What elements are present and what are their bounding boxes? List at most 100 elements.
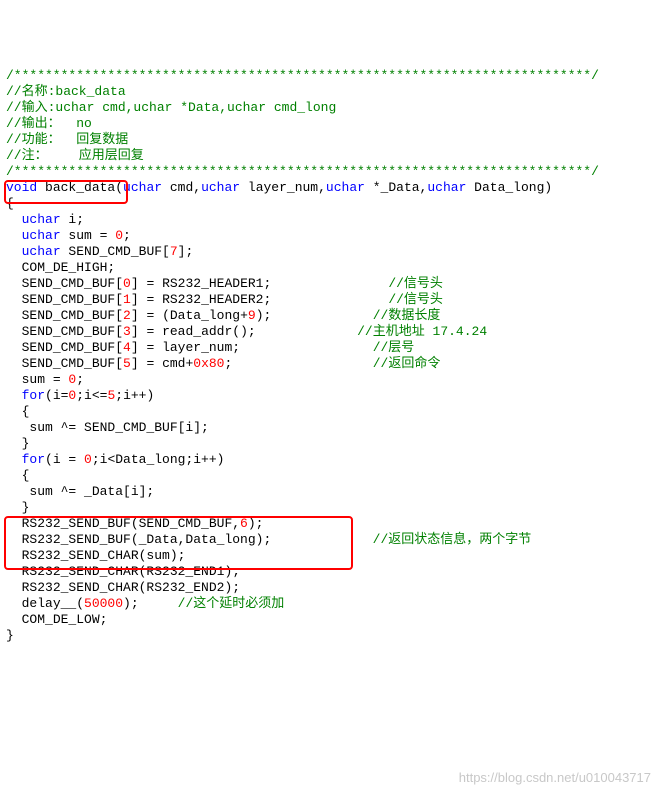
for2b: ;i<Data_long;i++) — [92, 452, 225, 467]
for1c: ;i++) — [115, 388, 154, 403]
comment-sep2: /***************************************… — [6, 164, 599, 179]
rs2: RS232_SEND_BUF(_Data,Data_long); — [22, 532, 272, 547]
kw-uchar2: uchar — [201, 180, 240, 195]
sp-delay — [139, 596, 178, 611]
decl-buf: SEND_CMD_BUF[ — [61, 244, 170, 259]
decl-i: i; — [61, 212, 84, 227]
scb1: SEND_CMD_BUF[ — [22, 292, 123, 307]
p3: *_Data, — [365, 180, 427, 195]
sp-sig1 — [271, 276, 388, 291]
ind — [6, 324, 22, 339]
c-ret: //返回命令 — [373, 356, 441, 371]
comment-note: //注： 应用层回复 — [6, 148, 144, 163]
ind — [6, 356, 22, 371]
cmd80: cmd+ — [162, 356, 193, 371]
brace-open: { — [6, 196, 14, 211]
ind — [6, 580, 22, 595]
sumxor2: sum ^= _Data[i]; — [29, 484, 154, 499]
ind — [6, 564, 22, 579]
watermark-text: https://blog.csdn.net/u010043717 — [459, 770, 651, 786]
c-delay: //这个延时必须加 — [178, 596, 285, 611]
scb4: SEND_CMD_BUF[ — [22, 340, 123, 355]
ind — [6, 276, 22, 291]
semi-sum: ; — [76, 372, 84, 387]
for1a: (i= — [45, 388, 68, 403]
ind2 — [6, 484, 29, 499]
rbr: ]; — [178, 244, 194, 259]
ind — [6, 596, 22, 611]
ind — [6, 372, 22, 387]
scb0: SEND_CMD_BUF[ — [22, 276, 123, 291]
eq5: ] = — [131, 356, 162, 371]
num-0d: 0 — [84, 452, 92, 467]
c-len: //数据长度 — [373, 308, 441, 323]
sumxor: sum ^= SEND_CMD_BUF[i]; — [29, 420, 208, 435]
c-sig2: //信号头 — [388, 292, 443, 307]
c-addr: //主机地址 17.4.24 — [357, 324, 487, 339]
ind — [6, 340, 22, 355]
p2: layer_num, — [240, 180, 326, 195]
rs1e: ); — [248, 516, 264, 531]
x80: 0x80 — [193, 356, 224, 371]
eq2: ] = — [131, 308, 162, 323]
ind — [6, 292, 22, 307]
ind — [6, 516, 22, 531]
ind — [6, 612, 22, 627]
num-9: 9 — [248, 308, 256, 323]
sp-ret — [232, 356, 372, 371]
rs5: RS232_SEND_CHAR(RS232_END2); — [22, 580, 240, 595]
num-6: 6 — [240, 516, 248, 531]
idx0: 0 — [123, 276, 131, 291]
lb1: { — [22, 404, 30, 419]
h1: RS232_HEADER1; — [162, 276, 271, 291]
c-sig1: //信号头 — [388, 276, 443, 291]
kw-void: void — [6, 180, 37, 195]
idx1: 1 — [123, 292, 131, 307]
rs3: RS232_SEND_CHAR(sum); — [22, 548, 186, 563]
delay2: ); — [123, 596, 139, 611]
kw-uchar-sum: uchar — [22, 228, 61, 243]
scb2: SEND_CMD_BUF[ — [22, 308, 123, 323]
num-7: 7 — [170, 244, 178, 259]
ind — [6, 500, 22, 515]
p1: cmd, — [162, 180, 201, 195]
h2: RS232_HEADER2; — [162, 292, 271, 307]
ind — [6, 548, 22, 563]
scb5: SEND_CMD_BUF[ — [22, 356, 123, 371]
delay1: delay__( — [22, 596, 84, 611]
ind2 — [6, 420, 29, 435]
ind — [6, 468, 22, 483]
num-50000: 50000 — [84, 596, 123, 611]
num-0a: 0 — [115, 228, 123, 243]
kw-uchar1: uchar — [123, 180, 162, 195]
ind — [6, 260, 22, 275]
comment-input: //输入:uchar cmd,uchar *Data,uchar cmd_lon… — [6, 100, 336, 115]
dl: (Data_long+ — [162, 308, 248, 323]
ind — [6, 212, 22, 227]
c-layer: //层号 — [373, 340, 415, 355]
idx4: 4 — [123, 340, 131, 355]
comment-sep1: /***************************************… — [6, 68, 599, 83]
comment-name: //名称:back_data — [6, 84, 126, 99]
ind — [6, 532, 22, 547]
rs4: RS232_SEND_CHAR(RS232_END1); — [22, 564, 240, 579]
fn-name: back_data( — [37, 180, 123, 195]
rb2: } — [22, 500, 30, 515]
comment-func: //功能： 回复数据 — [6, 132, 128, 147]
sp-sig2 — [271, 292, 388, 307]
ind — [6, 436, 22, 451]
dle: ); — [256, 308, 272, 323]
rs1: RS232_SEND_BUF(SEND_CMD_BUF, — [22, 516, 240, 531]
c-stat: //返回状态信息，两个字节 — [373, 532, 532, 547]
idx3: 3 — [123, 324, 131, 339]
sp-layer — [240, 340, 373, 355]
scb3: SEND_CMD_BUF[ — [22, 324, 123, 339]
ind — [6, 404, 22, 419]
brace-close: } — [6, 628, 14, 643]
sp-stat — [271, 532, 372, 547]
kw-for2: for — [22, 452, 45, 467]
eq1: ] = — [131, 292, 162, 307]
eq4: ] = — [131, 340, 162, 355]
ind — [6, 228, 22, 243]
kw-uchar4: uchar — [427, 180, 466, 195]
